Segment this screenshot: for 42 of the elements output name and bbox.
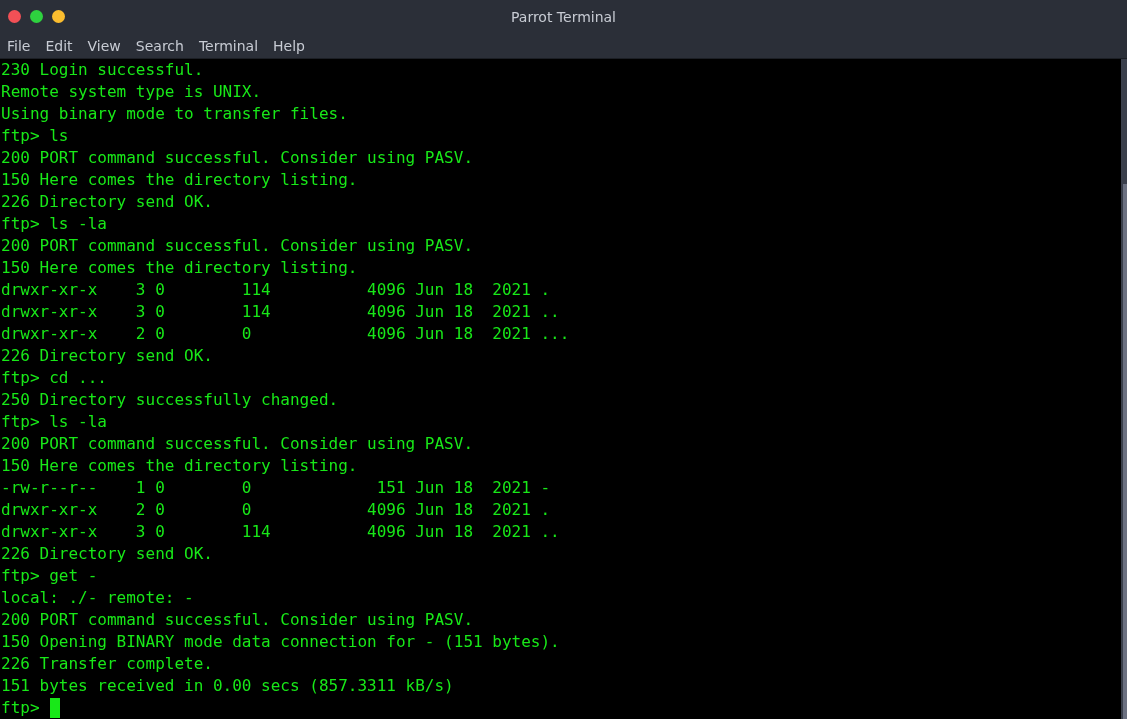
terminal-line: drwxr-xr-x 3 0 114 4096 Jun 18 2021 . [0,279,551,301]
terminal-line: drwxr-xr-x 3 0 114 4096 Jun 18 2021 .. [0,301,560,323]
scrollbar[interactable] [1121,59,1127,719]
menu-item[interactable]: Help [273,37,305,54]
terminal-line: 230 Login successful. [0,59,204,81]
terminal-line: 151 bytes received in 0.00 secs (857.3311 kB/s) [0,675,454,697]
terminal-line: 150 Here comes the directory listing. [0,169,358,191]
menu-item[interactable]: Terminal [198,37,259,54]
terminal-line: Using binary mode to transfer files. [0,103,348,125]
terminal-line: 226 Directory send OK. [0,345,213,367]
terminal-line: 200 PORT command successful. Consider using PASV. [0,147,473,169]
menu-item[interactable]: Edit [45,37,73,54]
terminal-line: 226 Directory send OK. [0,543,213,565]
close-button[interactable] [8,10,21,23]
terminal-line: 250 Directory successfully changed. [0,389,339,411]
terminal-line: 200 PORT command successful. Consider using PASV. [0,235,473,257]
terminal-line: ftp> ls -la [0,411,107,433]
terminal-line: drwxr-xr-x 3 0 114 4096 Jun 18 2021 .. [0,521,560,543]
terminal-line: Remote system type is UNIX. [0,81,262,103]
terminal-line: drwxr-xr-x 2 0 0 4096 Jun 18 2021 ... [0,323,570,345]
terminal-line: 200 PORT command successful. Consider using PASV. [0,433,473,455]
terminal-line: ftp> get - [0,565,98,587]
maximize-button[interactable] [30,10,43,23]
terminal-line: ftp> cd ... [0,367,107,389]
text-cursor [49,698,60,718]
terminal-line: 150 Opening BINARY mode data connection for - (151 bytes). [0,631,560,653]
terminal-line: 150 Here comes the directory listing. [0,257,358,279]
terminal-line: local: ./- remote: - [0,587,194,609]
terminal-prompt: ftp> [0,697,40,719]
menu-item[interactable]: Search [135,37,184,54]
terminal-line: 200 PORT command successful. Consider using PASV. [0,609,473,631]
menu-item[interactable]: File [7,37,31,54]
minimize-button[interactable] [52,10,65,23]
terminal-line: ftp> ls [0,125,69,147]
terminal-line: 226 Transfer complete. [0,653,213,675]
menu-item[interactable]: View [87,37,121,54]
terminal-line: -rw-r--r-- 1 0 0 151 Jun 18 2021 - [0,477,551,499]
window-title: Parrot Terminal [511,8,616,25]
terminal-line: ftp> ls -la [0,213,107,235]
terminal-line: 226 Directory send OK. [0,191,213,213]
terminal-line: drwxr-xr-x 2 0 0 4096 Jun 18 2021 . [0,499,551,521]
terminal-line: 150 Here comes the directory listing. [0,455,358,477]
